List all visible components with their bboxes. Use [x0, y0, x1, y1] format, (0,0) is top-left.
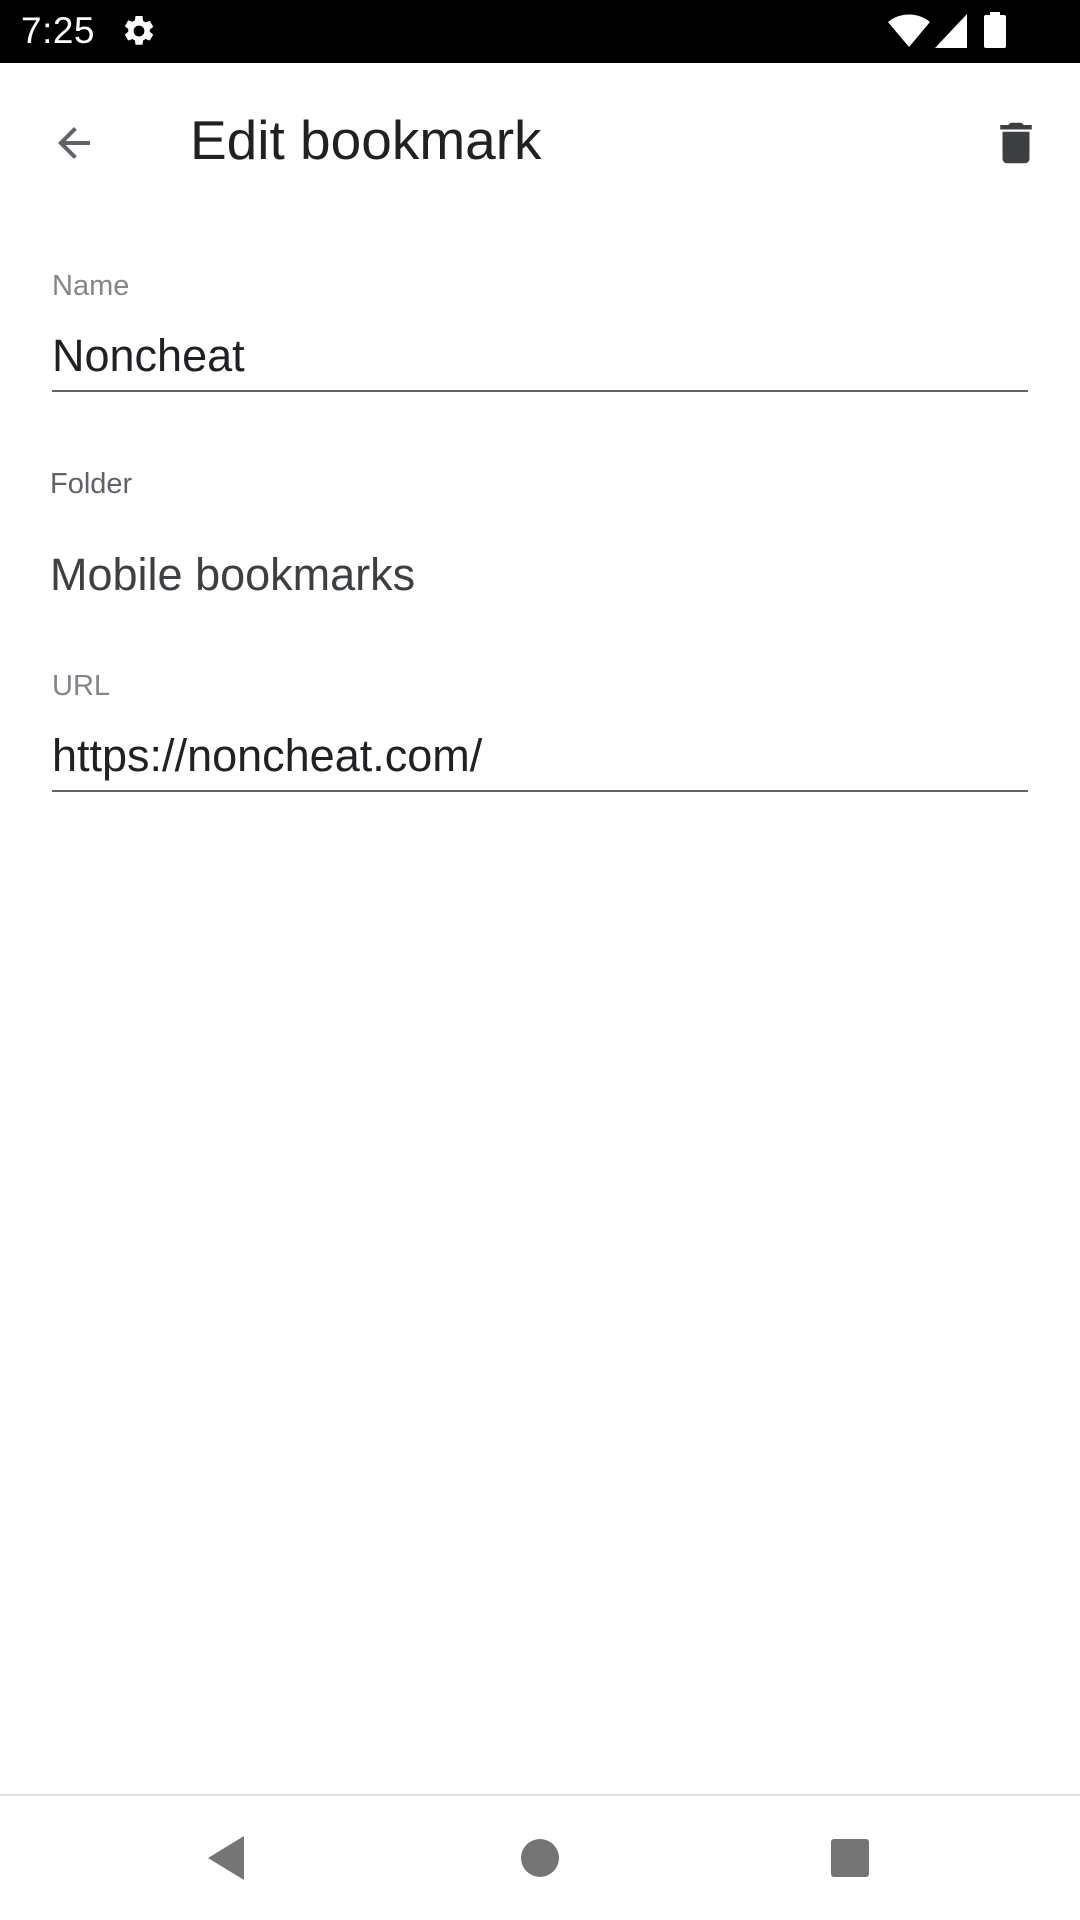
nav-back-button[interactable] [186, 1818, 266, 1898]
folder-label: Folder [50, 468, 133, 500]
name-field[interactable] [52, 322, 1028, 392]
name-label: Name [52, 270, 130, 302]
status-time: 7:25 [21, 10, 96, 51]
wifi-icon [888, 14, 930, 47]
url-label: URL [52, 670, 111, 702]
arrow-back-icon [58, 127, 90, 159]
trash-icon [1000, 122, 1032, 164]
back-button[interactable] [34, 103, 114, 183]
system-nav-bar [0, 1796, 1080, 1920]
folder-selector[interactable]: Mobile bookmarks [50, 546, 415, 604]
status-bar: 7:25 [0, 0, 1080, 63]
battery-icon [984, 12, 1006, 48]
delete-button[interactable] [976, 103, 1056, 183]
gear-icon [125, 15, 154, 45]
nav-recents-icon [831, 1839, 869, 1877]
nav-home-button[interactable] [500, 1818, 580, 1898]
nav-home-icon [521, 1839, 559, 1877]
signal-icon [935, 14, 967, 48]
nav-recents-button[interactable] [810, 1818, 890, 1898]
page-title: Edit bookmark [190, 109, 542, 171]
nav-back-icon [208, 1836, 244, 1880]
url-field[interactable] [52, 722, 1028, 792]
app-bar: Edit bookmark [0, 63, 1080, 209]
